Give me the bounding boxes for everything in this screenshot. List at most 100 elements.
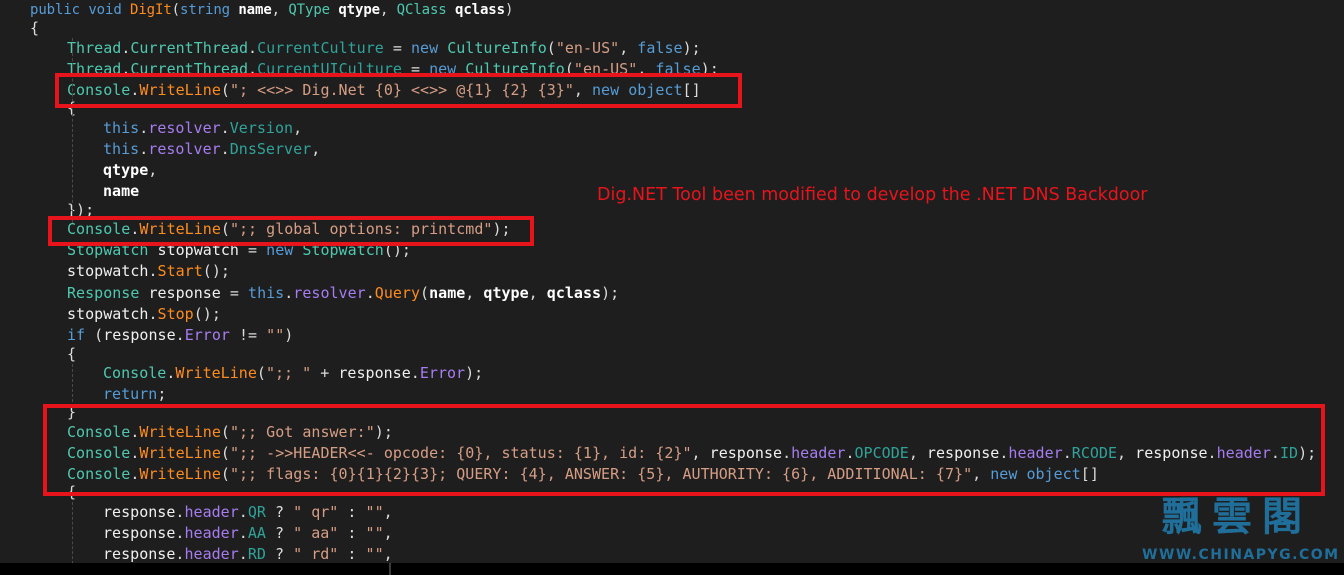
code-token: , bbox=[383, 545, 393, 563]
code-line: qtype, bbox=[103, 160, 157, 180]
code-token: . bbox=[220, 119, 230, 137]
code-token: this bbox=[248, 284, 285, 302]
code-token: resolver bbox=[293, 284, 366, 302]
code-token: . bbox=[410, 364, 420, 382]
code-token: response bbox=[103, 545, 176, 563]
code-token: qtype bbox=[483, 284, 529, 302]
code-line: this.resolver.DnsServer, bbox=[103, 139, 320, 159]
code-line: { bbox=[67, 344, 76, 364]
code-token: void bbox=[88, 2, 122, 18]
code-token: Error bbox=[184, 326, 230, 344]
code-token: response bbox=[103, 503, 176, 521]
code-token: , bbox=[619, 39, 638, 57]
code-token: Console bbox=[103, 364, 167, 382]
code-line: Thread.CurrentThread.CurrentCulture = ne… bbox=[67, 38, 701, 58]
code-token: ? bbox=[265, 503, 294, 521]
code-token: Version bbox=[229, 119, 294, 137]
code-token: Thread bbox=[67, 39, 122, 57]
code-token: (); bbox=[202, 262, 230, 280]
code-token: . bbox=[139, 140, 149, 158]
code-token: ? bbox=[265, 524, 294, 542]
code-token: public bbox=[30, 2, 80, 18]
indent-guide bbox=[72, 38, 73, 223]
code-token: QClass bbox=[396, 2, 447, 18]
code-token: stopwatch bbox=[67, 305, 149, 323]
code-token: QType bbox=[288, 2, 330, 18]
logo-chinese-text: 飄雲閣 bbox=[1162, 494, 1312, 540]
code-line: name bbox=[103, 181, 139, 201]
code-token: , bbox=[293, 119, 303, 137]
code-token: new bbox=[410, 39, 439, 57]
highlight-box-answer-header bbox=[43, 404, 1325, 496]
code-token: : bbox=[338, 545, 366, 563]
code-token: resolver bbox=[148, 140, 221, 158]
code-line: Response response = this.resolver.Query(… bbox=[67, 283, 619, 303]
code-token: . bbox=[365, 284, 375, 302]
code-token: "en-US" bbox=[555, 39, 620, 57]
code-token: ); bbox=[682, 39, 701, 57]
code-token: stopwatch bbox=[67, 262, 149, 280]
code-token: . bbox=[175, 326, 185, 344]
scrollbar-marker bbox=[389, 563, 391, 575]
code-token: this bbox=[103, 119, 140, 137]
code-token: , bbox=[383, 503, 393, 521]
code-token: . bbox=[148, 262, 158, 280]
code-token: DigIt bbox=[130, 2, 172, 18]
code-token: Start bbox=[157, 262, 203, 280]
code-token: DnsServer bbox=[229, 140, 312, 158]
code-token: ) bbox=[284, 326, 294, 344]
code-token: AA bbox=[247, 524, 266, 542]
code-token: false bbox=[637, 39, 683, 57]
code-token: name bbox=[238, 2, 272, 18]
code-token: "" bbox=[365, 545, 384, 563]
code-line: if (response.Error != "") bbox=[67, 325, 293, 345]
code-token: response bbox=[338, 364, 411, 382]
code-token: . bbox=[238, 524, 248, 542]
code-token: "" bbox=[266, 326, 285, 344]
code-token: this bbox=[103, 140, 140, 158]
code-token: CurrentThread bbox=[130, 39, 249, 57]
code-token: ); bbox=[465, 364, 484, 382]
code-token: ( bbox=[256, 364, 266, 382]
code-line: return; bbox=[103, 384, 166, 404]
code-token: "" bbox=[365, 524, 384, 542]
code-token: RD bbox=[247, 545, 266, 563]
code-token: ) bbox=[504, 2, 514, 18]
code-token: Query bbox=[374, 284, 421, 302]
code-token: header bbox=[184, 545, 239, 563]
code-token: name bbox=[103, 182, 140, 200]
code-line: { bbox=[30, 18, 39, 38]
code-token: : bbox=[338, 524, 366, 542]
code-token: : bbox=[338, 503, 366, 521]
code-token: ; bbox=[157, 385, 167, 403]
code-token: qtype bbox=[338, 2, 380, 18]
code-line: stopwatch.Start(); bbox=[67, 261, 230, 281]
code-token: ); bbox=[601, 284, 620, 302]
code-token: = bbox=[383, 39, 411, 57]
code-token: qclass bbox=[454, 2, 505, 18]
code-line: response.header.AA ? " aa" : "", bbox=[103, 523, 393, 543]
code-token: CultureInfo bbox=[447, 39, 547, 57]
indent-guide bbox=[72, 502, 73, 564]
code-line: public void DigIt(string name, QType qty… bbox=[30, 0, 513, 20]
code-token: qclass bbox=[546, 284, 602, 302]
code-token: CurrentCulture bbox=[257, 39, 384, 57]
code-line: Console.WriteLine(";; " + response.Error… bbox=[103, 363, 483, 383]
code-token: response bbox=[103, 326, 176, 344]
code-token: return bbox=[103, 385, 158, 403]
code-token: , bbox=[379, 2, 397, 18]
code-token: Response bbox=[67, 284, 140, 302]
code-token: " rd" bbox=[293, 545, 339, 563]
code-token: , bbox=[383, 524, 393, 542]
logo-url-text: WWW.CHINAPYG.COM bbox=[1142, 547, 1340, 563]
code-token: name bbox=[429, 284, 466, 302]
code-token: qtype bbox=[103, 161, 149, 179]
code-token: WriteLine bbox=[175, 364, 257, 382]
code-token: = bbox=[229, 284, 249, 302]
code-line: response.header.RD ? " rd" : "", bbox=[103, 544, 393, 564]
annotation-text: Dig.NET Tool been modified to develop th… bbox=[597, 185, 1148, 205]
code-token: ( bbox=[171, 2, 180, 18]
code-token: , bbox=[271, 2, 289, 18]
